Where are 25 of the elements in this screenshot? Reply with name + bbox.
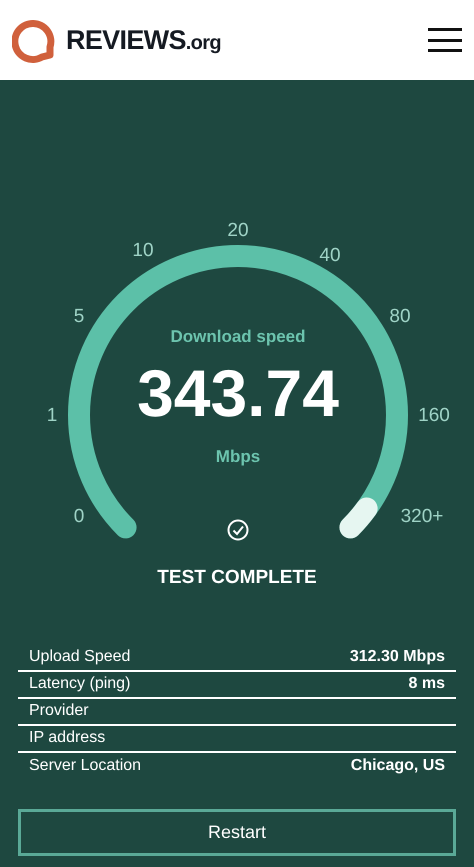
speed-value: 343.74 <box>137 356 339 430</box>
gauge-tick-label: 1 <box>46 405 58 426</box>
result-value: 312.30 Mbps <box>350 647 445 667</box>
result-label: IP address <box>29 728 106 748</box>
result-label: Provider <box>29 701 89 721</box>
result-label: Server Location <box>29 756 142 776</box>
gauge-tick-label: 5 <box>74 306 84 327</box>
restart-button[interactable]: Restart <box>18 808 456 856</box>
gauge-tick-label: 80 <box>389 306 411 327</box>
speed-unit: Mbps <box>216 447 260 466</box>
gauge-tick-label: 160 <box>418 405 450 426</box>
menu-icon[interactable] <box>428 28 462 52</box>
result-value: 8 ms <box>408 674 445 694</box>
result-label: Latency (ping) <box>29 674 130 694</box>
result-value: Chicago, US <box>350 756 445 776</box>
gauge-tick-label: 0 <box>74 506 84 527</box>
gauge-needle <box>339 497 378 538</box>
result-label: Upload Speed <box>29 647 130 667</box>
gauge-tick-label: 20 <box>227 220 249 241</box>
gauge-tick-label: 40 <box>319 245 341 266</box>
status-text: TEST COMPLETE <box>157 566 317 590</box>
gauge-tick-label: 10 <box>132 240 154 261</box>
logo-text[interactable]: REVIEWS.org <box>66 20 221 60</box>
gauge-label: Download speed <box>170 327 306 346</box>
gauge-tick-label: 320+ <box>400 506 444 527</box>
